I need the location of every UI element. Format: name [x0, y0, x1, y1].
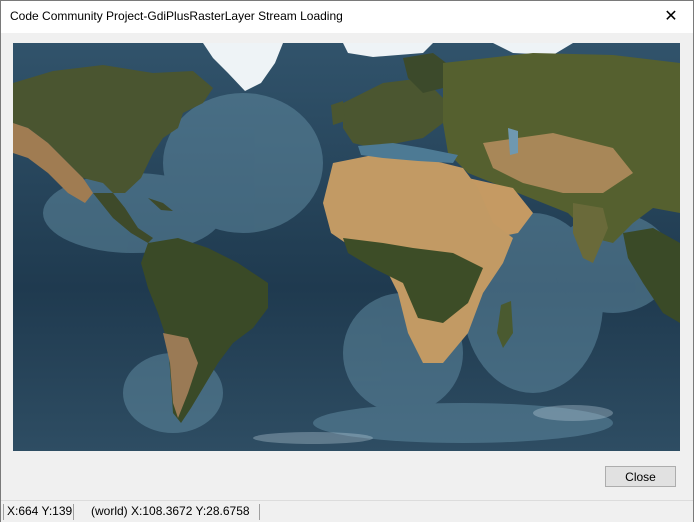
close-button[interactable]: Close	[605, 466, 676, 487]
status-separator	[73, 504, 74, 520]
world-map-image	[13, 43, 680, 451]
title-bar[interactable]: Code Community Project-GdiPlusRasterLaye…	[1, 1, 693, 33]
map-view[interactable]	[13, 43, 680, 451]
main-window: Code Community Project-GdiPlusRasterLaye…	[0, 0, 694, 522]
world-coordinates-label: (world) X:108.3672 Y:28.6758	[91, 504, 250, 518]
status-separator	[259, 504, 260, 520]
status-separator	[3, 504, 4, 520]
british-isles	[331, 101, 345, 125]
window-close-icon[interactable]: ✕	[649, 1, 693, 31]
window-title: Code Community Project-GdiPlusRasterLaye…	[10, 9, 343, 23]
screen-coordinates-label: X:664 Y:139	[7, 504, 73, 518]
status-bar: X:664 Y:139 (world) X:108.3672 Y:28.6758	[1, 500, 693, 522]
